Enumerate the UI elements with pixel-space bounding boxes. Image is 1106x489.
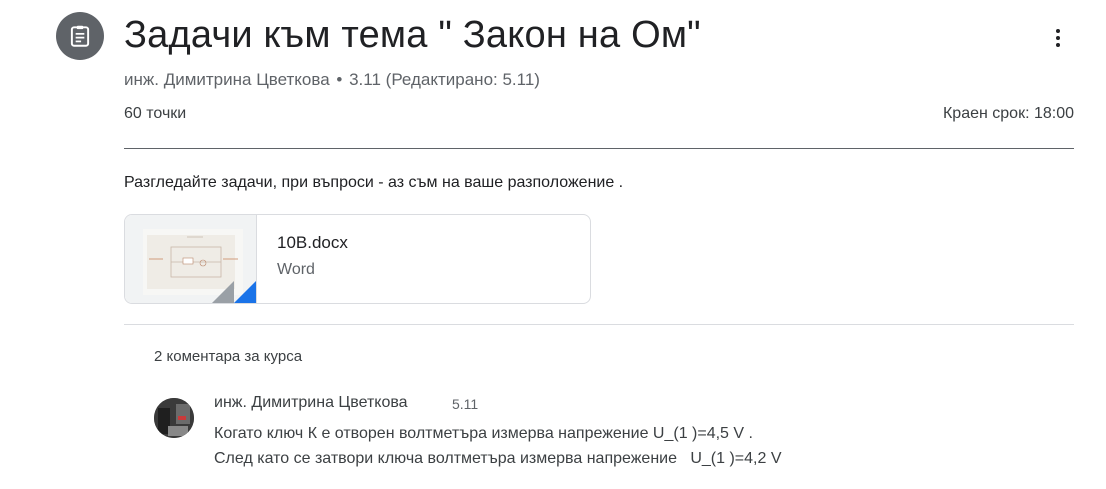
attachment-card[interactable]: 10B.docx Word	[124, 214, 591, 304]
attachment-name: 10B.docx	[277, 233, 348, 252]
more-vert-icon	[1056, 29, 1060, 33]
page-title: Задачи към тема " Закон на Ом"	[124, 14, 701, 56]
assignment-icon	[56, 12, 104, 60]
comment-date: 5.11	[452, 396, 479, 412]
due-label: Краен срок: 18:00	[942, 105, 1074, 122]
assignment-meta: инж. Димитрина Цветкова • 3.11 (Редактир…	[124, 70, 540, 90]
header-divider	[124, 148, 1074, 149]
word-doc-icon	[234, 281, 256, 303]
points-label: 60 точки	[124, 105, 187, 122]
meta-separator: •	[336, 70, 343, 89]
attachment-type: Word	[277, 261, 315, 278]
attachment-thumbnail	[125, 215, 257, 303]
comment-text-line-2: След като се затвори ключа волтметъра из…	[214, 450, 782, 467]
author-name: инж. Димитрина Цветкова	[124, 70, 330, 89]
more-options-button[interactable]	[1044, 24, 1072, 52]
comment-author: инж. Димитрина Цветкова	[214, 394, 408, 411]
edited-date: (Редактирано: 5.11)	[385, 70, 540, 89]
posted-date: 3.11	[349, 70, 381, 89]
avatar	[154, 398, 194, 438]
comments-divider	[124, 324, 1074, 325]
comment-text-line-1: Когато ключ К е отворен волтметъра измер…	[214, 425, 753, 442]
instructions-text: Разгледайте задачи, при въпроси - аз съм…	[124, 174, 624, 191]
class-comments-link[interactable]: 2 коментара за курса	[154, 348, 302, 365]
